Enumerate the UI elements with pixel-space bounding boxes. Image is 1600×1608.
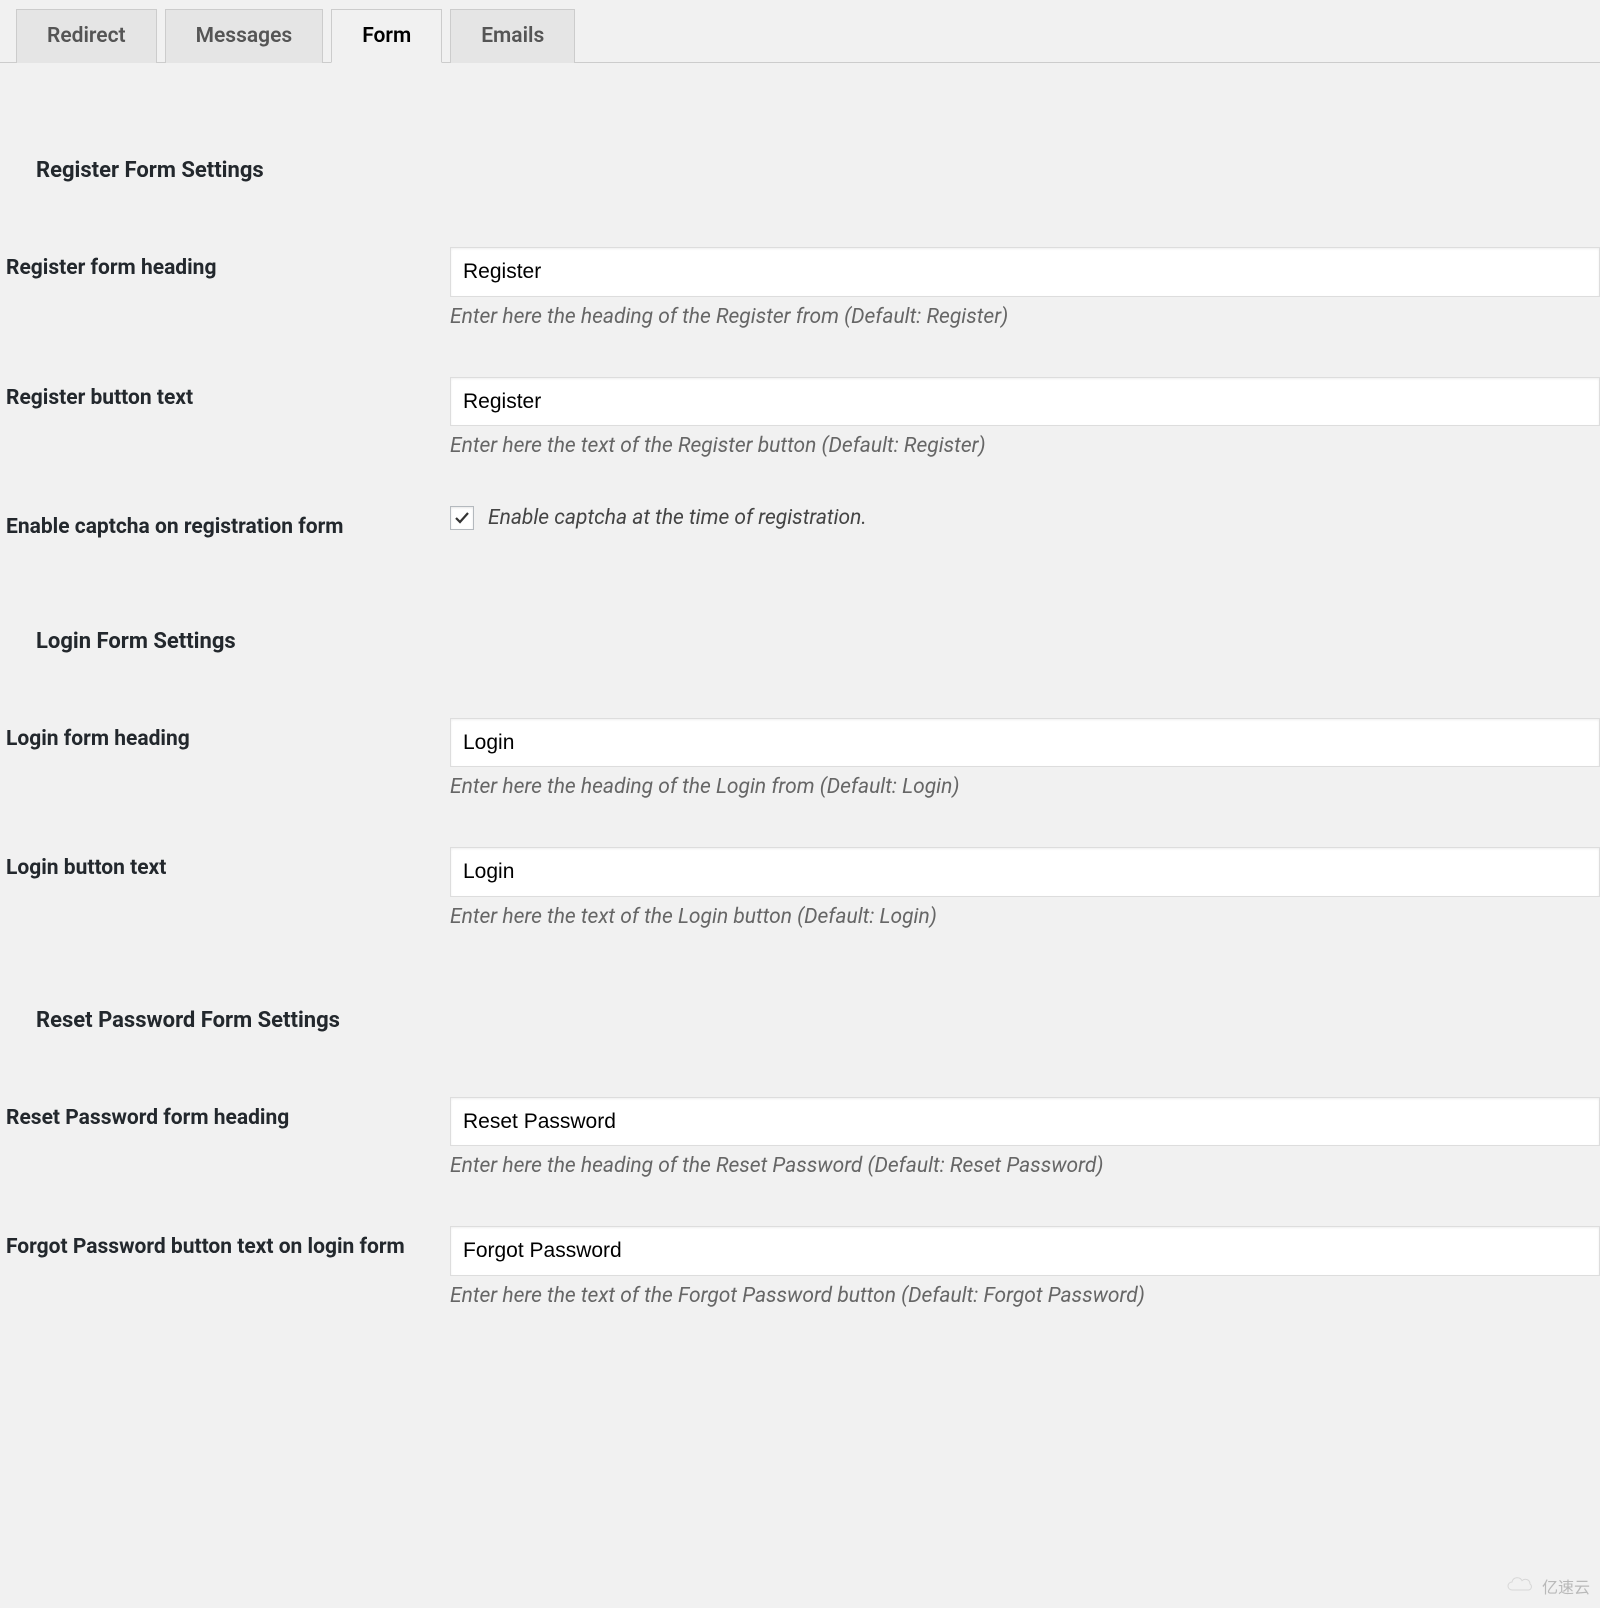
label-reset-heading: Reset Password form heading — [0, 1073, 450, 1203]
input-reset-button[interactable] — [450, 1226, 1600, 1276]
label-register-captcha: Enable captcha on registration form — [0, 482, 450, 574]
row-register-button: Register button text Enter here the text… — [0, 353, 1600, 483]
section-register-title: Register Form Settings — [0, 103, 1600, 223]
input-register-button[interactable] — [450, 377, 1600, 427]
desc-login-button: Enter here the text of the Login button … — [450, 905, 1600, 929]
tab-form[interactable]: Form — [331, 9, 442, 63]
label-reset-button: Forgot Password button text on login for… — [0, 1202, 450, 1332]
section-reset-title: Reset Password Form Settings — [0, 953, 1600, 1073]
row-login-heading: Login form heading Enter here the headin… — [0, 694, 1600, 824]
section-login-title: Login Form Settings — [0, 574, 1600, 694]
label-register-heading: Register form heading — [0, 223, 450, 353]
row-login-button: Login button text Enter here the text of… — [0, 823, 1600, 953]
row-reset-button: Forgot Password button text on login for… — [0, 1202, 1600, 1332]
input-register-heading[interactable] — [450, 247, 1600, 297]
row-reset-heading: Reset Password form heading Enter here t… — [0, 1073, 1600, 1203]
tab-bar: Redirect Messages Form Emails — [0, 0, 1600, 63]
desc-register-button: Enter here the text of the Register butt… — [450, 434, 1600, 458]
label-login-heading: Login form heading — [0, 694, 450, 824]
tab-emails[interactable]: Emails — [450, 9, 575, 63]
input-login-heading[interactable] — [450, 718, 1600, 768]
cloud-icon — [1504, 1576, 1536, 1596]
row-register-captcha: Enable captcha on registration form Enab… — [0, 482, 1600, 574]
label-login-button: Login button text — [0, 823, 450, 953]
desc-register-heading: Enter here the heading of the Register f… — [450, 305, 1600, 329]
input-login-button[interactable] — [450, 847, 1600, 897]
desc-reset-button: Enter here the text of the Forgot Passwo… — [450, 1284, 1600, 1308]
row-register-heading: Register form heading Enter here the hea… — [0, 223, 1600, 353]
watermark-text: 亿速云 — [1542, 1574, 1590, 1598]
desc-reset-heading: Enter here the heading of the Reset Pass… — [450, 1154, 1600, 1178]
tab-messages[interactable]: Messages — [165, 9, 324, 63]
input-reset-heading[interactable] — [450, 1097, 1600, 1147]
check-icon — [454, 510, 470, 526]
settings-form: Register Form Settings Register form hea… — [0, 103, 1600, 1332]
desc-login-heading: Enter here the heading of the Login from… — [450, 775, 1600, 799]
checkbox-label-register-captcha: Enable captcha at the time of registrati… — [488, 506, 867, 530]
watermark: 亿速云 — [1504, 1574, 1590, 1598]
tab-redirect[interactable]: Redirect — [16, 9, 157, 63]
checkbox-register-captcha[interactable] — [450, 506, 474, 530]
label-register-button: Register button text — [0, 353, 450, 483]
